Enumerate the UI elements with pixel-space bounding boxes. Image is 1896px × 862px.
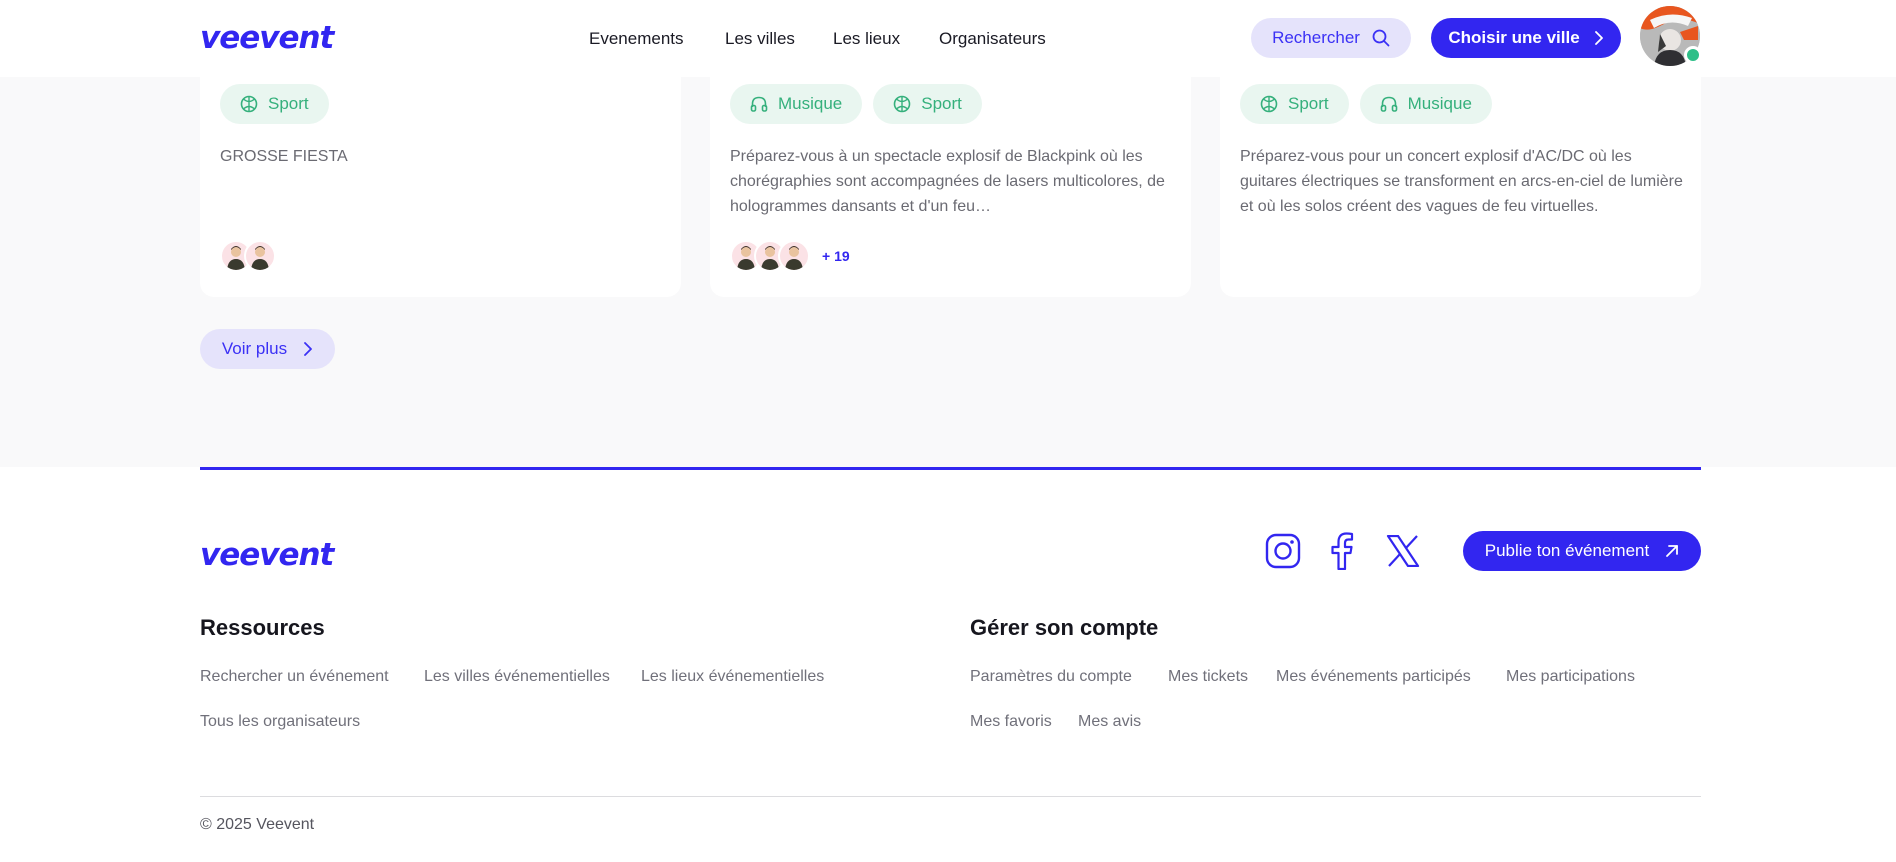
- tag-label: Sport: [921, 94, 962, 113]
- user-avatar[interactable]: [1640, 6, 1702, 66]
- participants: + 19: [730, 240, 850, 272]
- basketball-icon: [1260, 95, 1278, 113]
- footer-link-my-tickets[interactable]: Mes tickets: [1168, 668, 1248, 686]
- extra-participants-count: + 19: [822, 248, 850, 264]
- instagram-icon[interactable]: [1263, 531, 1303, 571]
- chevron-right-icon: [303, 342, 313, 356]
- tag-label: Musique: [778, 94, 843, 113]
- headphones-icon: [750, 95, 768, 113]
- tag-list: Sport: [220, 84, 329, 124]
- site-footer: veevent Publie ton événement Ressources …: [0, 467, 1896, 862]
- nav-label: Evenements: [589, 28, 684, 48]
- tag-label: Sport: [1288, 94, 1329, 113]
- account-title: Gérer son compte: [970, 615, 1159, 640]
- arrow-up-right-icon: [1665, 544, 1679, 558]
- footer-divider-top: [200, 467, 1701, 470]
- chevron-right-icon: [1594, 31, 1604, 45]
- publish-event-label: Publie ton événement: [1484, 541, 1650, 560]
- search-button[interactable]: Rechercher: [1251, 18, 1411, 58]
- basketball-icon: [893, 95, 911, 113]
- copyright-text: © 2025 Veevent: [200, 816, 315, 833]
- footer-link-search-event[interactable]: Rechercher un événement: [200, 668, 389, 686]
- publish-event-button[interactable]: Publie ton événement: [1463, 531, 1701, 571]
- nav-label: Les lieux: [833, 28, 901, 48]
- search-icon: [1372, 29, 1390, 47]
- tag-sport: Sport: [220, 84, 329, 124]
- event-card[interactable]: Sport GROSSE FIESTA: [200, 40, 681, 297]
- nav-les-villes[interactable]: Les villes: [725, 0, 795, 77]
- nav-les-lieux[interactable]: Les lieux: [833, 0, 900, 77]
- tag-list: Sport Musique: [1240, 84, 1492, 124]
- veevent-logo[interactable]: veevent: [200, 537, 386, 576]
- tag-musique: Musique: [730, 84, 863, 124]
- resources-title: Ressources: [200, 615, 325, 640]
- nav-organisateurs[interactable]: Organisateurs: [939, 0, 1046, 77]
- event-description: GROSSE FIESTA: [220, 148, 348, 165]
- participant-avatar: [244, 240, 276, 272]
- logo-wordmark: veevent: [200, 22, 336, 54]
- choose-city-label: Choisir une ville: [1448, 28, 1580, 47]
- tag-sport: Sport: [873, 84, 982, 124]
- logo-wordmark: veevent: [200, 539, 336, 571]
- footer-link-my-participations[interactable]: Mes participations: [1506, 668, 1635, 686]
- see-more-label: Voir plus: [221, 339, 288, 358]
- headphones-icon: [1380, 95, 1398, 113]
- facebook-icon[interactable]: [1322, 531, 1362, 571]
- tag-label: Sport: [268, 94, 309, 113]
- x-icon[interactable]: [1383, 531, 1423, 571]
- event-description: Préparez-vous pour un concert explosif d…: [1240, 148, 1683, 215]
- event-card[interactable]: Musique Sport Préparez-vous à un spectac…: [710, 40, 1191, 297]
- nav-label: Les villes: [725, 28, 795, 48]
- tag-label: Musique: [1407, 94, 1472, 113]
- top-header: veevent Evenements Les villes Les lieux …: [0, 0, 1896, 77]
- footer-link-places[interactable]: Les lieux événementielles: [641, 668, 824, 686]
- nav-evenements[interactable]: Evenements: [589, 0, 684, 77]
- basketball-icon: [240, 95, 258, 113]
- veevent-logo[interactable]: veevent: [200, 22, 386, 54]
- footer-link-organizers[interactable]: Tous les organisateurs: [200, 713, 360, 731]
- footer-link-account-settings[interactable]: Paramètres du compte: [970, 668, 1132, 686]
- tag-musique: Musique: [1359, 84, 1492, 124]
- footer-link-my-reviews[interactable]: Mes avis: [1078, 713, 1141, 731]
- online-status-dot: [1684, 46, 1702, 64]
- footer-link-my-attended-events[interactable]: Mes événements participés: [1276, 668, 1471, 686]
- footer-divider-bottom: [200, 796, 1701, 797]
- footer-link-my-favorites[interactable]: Mes favoris: [970, 713, 1052, 731]
- search-button-label: Rechercher: [1272, 28, 1360, 47]
- see-more-button[interactable]: Voir plus: [200, 329, 335, 369]
- participant-avatar: [778, 240, 810, 272]
- footer-link-cities[interactable]: Les villes événementielles: [424, 668, 610, 686]
- participants: [220, 240, 276, 272]
- choose-city-button[interactable]: Choisir une ville: [1431, 18, 1621, 58]
- tag-list: Musique Sport: [730, 84, 982, 124]
- event-card[interactable]: Sport Musique Préparez-vous pour un conc…: [1220, 40, 1701, 297]
- tag-sport: Sport: [1240, 84, 1349, 124]
- event-description: Préparez-vous à un spectacle explosif de…: [730, 148, 1165, 215]
- nav-label: Organisateurs: [939, 28, 1046, 48]
